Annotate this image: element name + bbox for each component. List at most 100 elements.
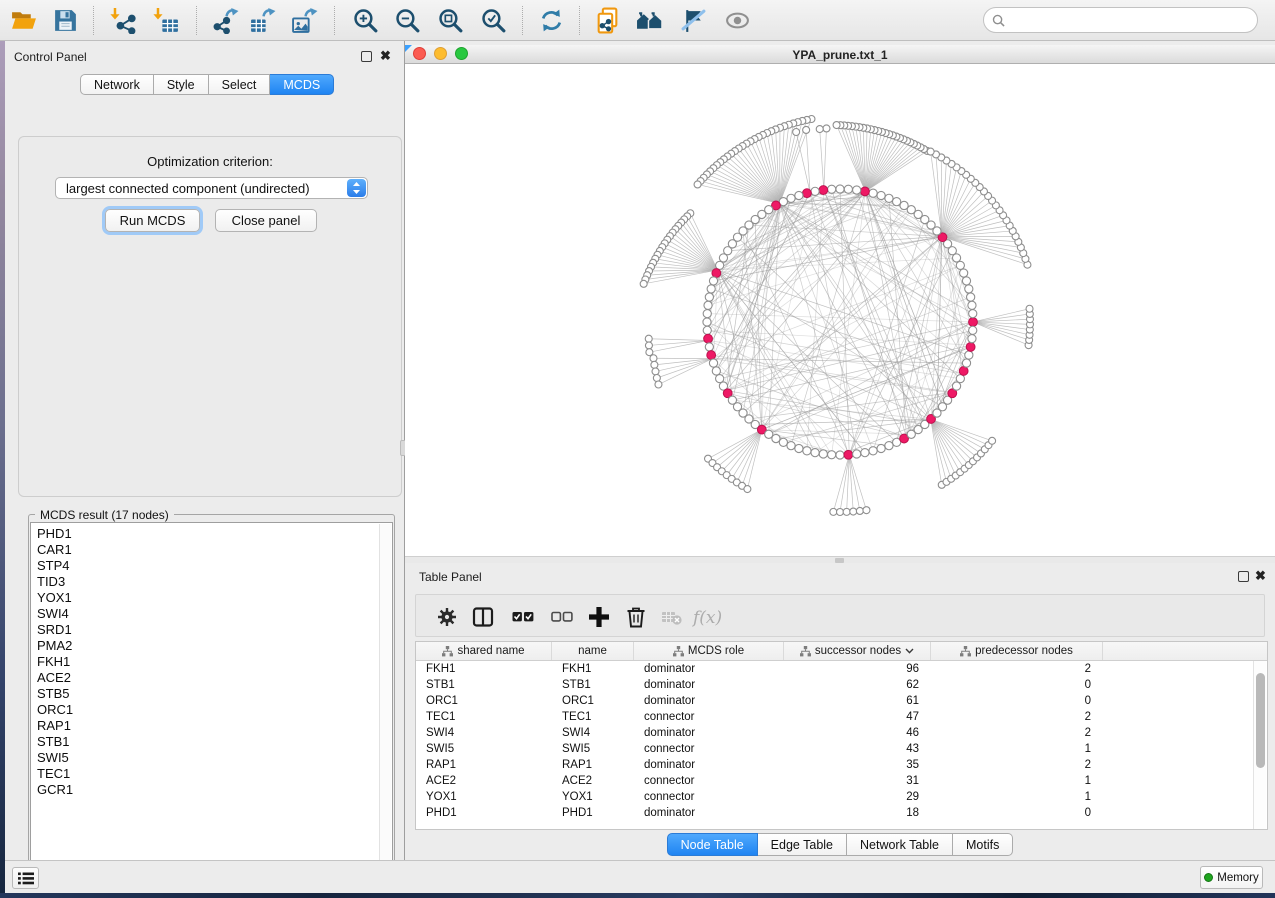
- mcds-result-item[interactable]: RAP1: [37, 718, 392, 734]
- mcds-result-item[interactable]: TEC1: [37, 766, 392, 782]
- mcds-result-item[interactable]: PMA2: [37, 638, 392, 654]
- table-row[interactable]: YOX1YOX1connector291: [416, 789, 1267, 805]
- table-cell[interactable]: YOX1: [552, 789, 634, 805]
- table-cell[interactable]: 0: [931, 677, 1103, 693]
- table-cell[interactable]: 18: [784, 805, 931, 821]
- close-panel-icon[interactable]: ✖: [380, 50, 391, 61]
- table-cell[interactable]: 0: [931, 693, 1103, 709]
- close-panel-button[interactable]: Close panel: [215, 209, 317, 232]
- table-cell[interactable]: 0: [931, 805, 1103, 821]
- import-table-icon[interactable]: [153, 7, 180, 34]
- mcds-result-item[interactable]: FKH1: [37, 654, 392, 670]
- first-neighbors-icon[interactable]: [636, 7, 663, 34]
- tab-network[interactable]: Network: [80, 74, 154, 95]
- tab-mcds[interactable]: MCDS: [270, 74, 334, 95]
- search-input[interactable]: [1005, 13, 1257, 27]
- table-cell[interactable]: 2: [931, 661, 1103, 677]
- add-column-icon[interactable]: [588, 606, 610, 628]
- table-row[interactable]: SWI5SWI5connector431: [416, 741, 1267, 757]
- table-cell[interactable]: 2: [931, 757, 1103, 773]
- table-cell[interactable]: connector: [634, 741, 784, 757]
- zoom-out-icon[interactable]: [394, 7, 421, 34]
- mcds-result-item[interactable]: PHD1: [37, 526, 392, 542]
- panel-list-button[interactable]: [12, 867, 39, 889]
- tab-node-table[interactable]: Node Table: [667, 833, 758, 856]
- table-cell[interactable]: STB1: [552, 677, 634, 693]
- mcds-result-item[interactable]: ACE2: [37, 670, 392, 686]
- table-row[interactable]: PHD1PHD1dominator180: [416, 805, 1267, 821]
- table-row[interactable]: RAP1RAP1dominator352: [416, 757, 1267, 773]
- table-cell[interactable]: STB1: [416, 677, 552, 693]
- mcds-result-item[interactable]: SWI4: [37, 606, 392, 622]
- mcds-result-item[interactable]: CAR1: [37, 542, 392, 558]
- save-session-icon[interactable]: [52, 7, 79, 34]
- table-cell[interactable]: 62: [784, 677, 931, 693]
- tab-select[interactable]: Select: [209, 74, 271, 95]
- tab-motifs[interactable]: Motifs: [953, 833, 1013, 856]
- show-columns-icon[interactable]: [472, 606, 494, 628]
- table-cell[interactable]: 61: [784, 693, 931, 709]
- mcds-result-list[interactable]: PHD1CAR1STP4TID3YOX1SWI4SRD1PMA2FKH1ACE2…: [30, 522, 393, 877]
- table-scrollbar[interactable]: [1253, 661, 1266, 829]
- table-cell[interactable]: 2: [931, 709, 1103, 725]
- deselect-all-checks-icon[interactable]: [551, 606, 573, 628]
- export-network-icon[interactable]: [212, 7, 239, 34]
- table-cell[interactable]: SWI5: [416, 741, 552, 757]
- table-cell[interactable]: TEC1: [416, 709, 552, 725]
- mcds-list-scrollbar[interactable]: [379, 524, 391, 877]
- column-header-shared-name[interactable]: shared name: [416, 642, 552, 660]
- table-cell[interactable]: SWI4: [416, 725, 552, 741]
- table-row[interactable]: STB1STB1dominator620: [416, 677, 1267, 693]
- mcds-result-item[interactable]: ORC1: [37, 702, 392, 718]
- table-cell[interactable]: SWI4: [552, 725, 634, 741]
- table-cell[interactable]: RAP1: [416, 757, 552, 773]
- table-cell[interactable]: 1: [931, 789, 1103, 805]
- table-cell[interactable]: ACE2: [552, 773, 634, 789]
- close-table-panel-icon[interactable]: ✖: [1255, 570, 1266, 581]
- network-graph[interactable]: [405, 64, 1275, 556]
- table-cell[interactable]: 96: [784, 661, 931, 677]
- table-cell[interactable]: FKH1: [416, 661, 552, 677]
- zoom-fit-icon[interactable]: [437, 7, 464, 34]
- mcds-result-item[interactable]: STB1: [37, 734, 392, 750]
- horizontal-splitter[interactable]: [405, 556, 1275, 563]
- table-cell[interactable]: 47: [784, 709, 931, 725]
- table-cell[interactable]: PHD1: [416, 805, 552, 821]
- open-session-icon[interactable]: [10, 7, 37, 34]
- mcds-result-item[interactable]: YOX1: [37, 590, 392, 606]
- zoom-in-icon[interactable]: [352, 7, 379, 34]
- table-cell[interactable]: ORC1: [416, 693, 552, 709]
- table-cell[interactable]: 35: [784, 757, 931, 773]
- function-builder-icon[interactable]: f(x): [692, 606, 726, 628]
- tab-edge-table[interactable]: Edge Table: [758, 833, 847, 856]
- mcds-result-item[interactable]: SRD1: [37, 622, 392, 638]
- mcds-result-item[interactable]: STP4: [37, 558, 392, 574]
- delete-table-icon[interactable]: [661, 606, 683, 628]
- show-all-eye-icon[interactable]: [724, 7, 751, 34]
- table-cell[interactable]: 1: [931, 741, 1103, 757]
- column-header-name[interactable]: name: [552, 642, 634, 660]
- table-cell[interactable]: connector: [634, 773, 784, 789]
- table-cell[interactable]: ORC1: [552, 693, 634, 709]
- table-cell[interactable]: SWI5: [552, 741, 634, 757]
- table-cell[interactable]: RAP1: [552, 757, 634, 773]
- select-all-checks-icon[interactable]: [512, 606, 534, 628]
- table-cell[interactable]: 2: [931, 725, 1103, 741]
- table-cell[interactable]: dominator: [634, 693, 784, 709]
- table-cell[interactable]: connector: [634, 789, 784, 805]
- table-cell[interactable]: YOX1: [416, 789, 552, 805]
- table-cell[interactable]: 29: [784, 789, 931, 805]
- hide-selected-icon[interactable]: [680, 7, 707, 34]
- settings-gear-icon[interactable]: [436, 606, 458, 628]
- mcds-result-item[interactable]: TID3: [37, 574, 392, 590]
- table-cell[interactable]: ACE2: [416, 773, 552, 789]
- table-cell[interactable]: dominator: [634, 725, 784, 741]
- table-cell[interactable]: dominator: [634, 757, 784, 773]
- table-cell[interactable]: dominator: [634, 805, 784, 821]
- float-panel-icon[interactable]: [361, 51, 372, 62]
- clone-network-icon[interactable]: [594, 7, 621, 34]
- table-cell[interactable]: TEC1: [552, 709, 634, 725]
- tab-network-table[interactable]: Network Table: [847, 833, 953, 856]
- table-row[interactable]: FKH1FKH1dominator962: [416, 661, 1267, 677]
- zoom-selected-icon[interactable]: [480, 7, 507, 34]
